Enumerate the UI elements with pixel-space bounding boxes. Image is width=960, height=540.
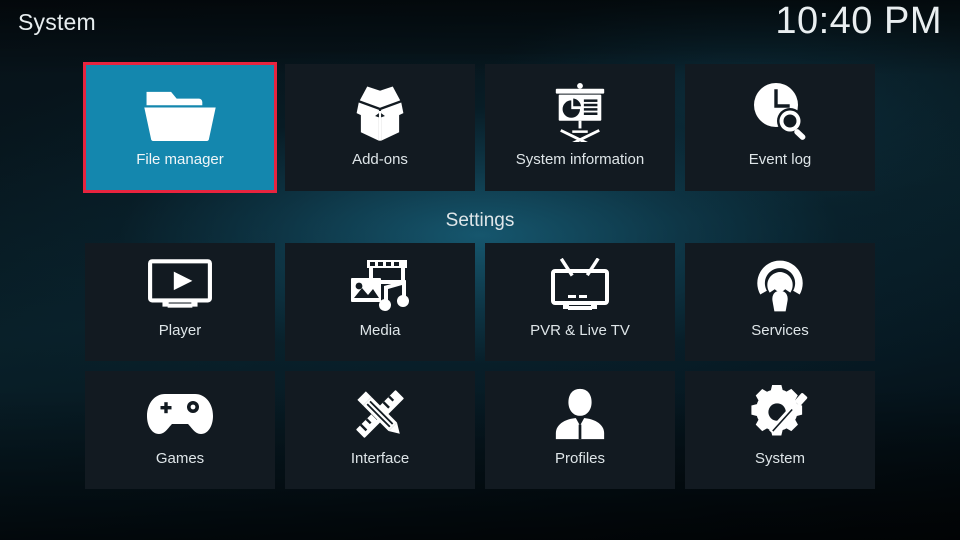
settings-row-one: Player Media PVR & Live TV Services — [85, 243, 875, 361]
top-row: File manager Add-ons System information … — [83, 62, 875, 193]
tile-label: Event log — [748, 151, 812, 168]
tile-system-information[interactable]: System information — [485, 64, 675, 191]
tile-label: System information — [515, 151, 645, 168]
monitor-play-icon — [147, 255, 213, 317]
pencil-ruler-icon — [350, 383, 410, 445]
tile-label: File manager — [136, 151, 224, 168]
tile-pvr-live-tv[interactable]: PVR & Live TV — [485, 243, 675, 361]
tile-label: Media — [359, 322, 401, 339]
broadcast-person-icon — [750, 255, 810, 317]
page-title: System — [18, 9, 96, 35]
tv-antenna-icon — [547, 255, 613, 317]
tile-player[interactable]: Player — [85, 243, 275, 361]
gear-screwdriver-icon — [750, 383, 810, 445]
tile-label: Games — [155, 450, 205, 467]
presentation-chart-icon — [549, 78, 611, 146]
header-bar: System 10:40 PM — [0, 0, 960, 58]
tile-label: Services — [751, 322, 809, 339]
tile-label: Profiles — [554, 450, 606, 467]
tile-label: Player — [158, 322, 202, 339]
tile-file-manager[interactable]: File manager — [83, 62, 277, 193]
tile-event-log[interactable]: Event log — [685, 64, 875, 191]
person-icon — [552, 383, 608, 445]
settings-row-two: Games Interface Profiles System — [85, 371, 875, 489]
tile-add-ons[interactable]: Add-ons — [285, 64, 475, 191]
tile-interface[interactable]: Interface — [285, 371, 475, 489]
tile-label: Interface — [350, 450, 410, 467]
tile-profiles[interactable]: Profiles — [485, 371, 675, 489]
gamepad-icon — [145, 383, 215, 445]
kodi-system-screen: System 10:40 PM File manager Add-ons Sys… — [0, 0, 960, 540]
folder-icon — [144, 78, 216, 146]
clock-search-icon — [748, 78, 812, 146]
tile-label: System — [754, 450, 805, 467]
tile-media[interactable]: Media — [285, 243, 475, 361]
tile-label: Add-ons — [352, 151, 408, 168]
tile-system[interactable]: System — [685, 371, 875, 489]
tile-services[interactable]: Services — [685, 243, 875, 361]
open-box-icon — [346, 78, 414, 146]
tile-label: PVR & Live TV — [530, 322, 630, 339]
settings-section-label: Settings — [445, 210, 515, 231]
film-photo-music-icon — [348, 255, 412, 317]
tile-games[interactable]: Games — [85, 371, 275, 489]
clock: 10:40 PM — [775, 0, 942, 42]
